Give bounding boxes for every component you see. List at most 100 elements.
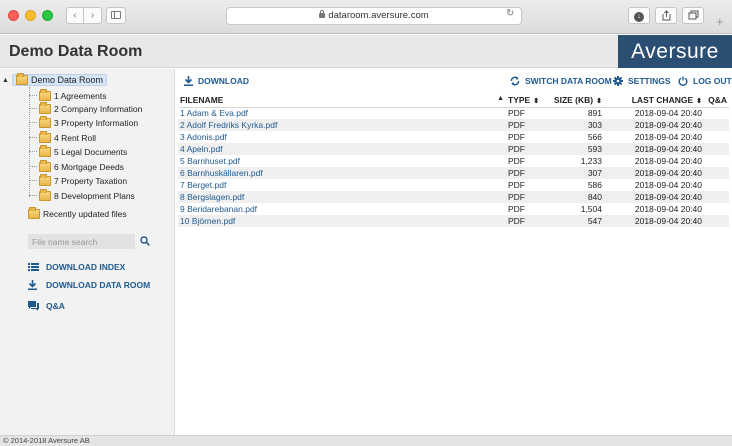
table-row[interactable]: 7 Berget.pdf PDF 586 2018-09-04 20:40 [178,179,729,191]
sidebar-toggle-button[interactable] [106,7,126,24]
table-row[interactable]: 10 Björnen.pdf PDF 547 2018-09-04 20:40 [178,215,729,227]
switch-data-room-label: SWITCH DATA ROOM [525,76,612,86]
folder-icon [39,101,51,114]
minimize-window-button[interactable] [25,10,36,21]
tree-item-property-taxation[interactable]: 7 Property Taxation [29,173,128,187]
file-size: 307 [548,167,604,179]
file-qa[interactable] [704,119,729,131]
file-size: 840 [548,191,604,203]
app-header: Demo Data Room Aversure [0,35,732,68]
tree-item-development-plans[interactable]: 8 Development Plans [29,188,135,202]
tree-item-mortgage-deeds[interactable]: 6 Mortgage Deeds [29,159,124,173]
tree-root: ▲ Demo Data Room [2,73,108,86]
aversure-logo: Aversure [618,35,732,68]
table-row[interactable]: 1 Adam & Eva.pdf PDF 891 2018-09-04 20:40 [178,107,729,119]
download-data-room-link[interactable]: DOWNLOAD DATA ROOM [28,280,150,290]
settings-label: SETTINGS [628,76,671,86]
file-last-change: 2018-09-04 20:40 [604,191,704,203]
tree-item-label: 6 Mortgage Deeds [54,161,124,172]
file-name-link[interactable]: 2 Adolf Fredriks Kyrka.pdf [178,119,506,131]
file-qa[interactable] [704,203,729,215]
file-type: PDF [506,167,548,179]
table-row[interactable]: 5 Barnhuset.pdf PDF 1,233 2018-09-04 20:40 [178,155,729,167]
file-qa[interactable] [704,155,729,167]
file-last-change: 2018-09-04 20:40 [634,204,702,214]
zoom-window-button[interactable] [42,10,53,21]
sidebar-icon [111,11,121,19]
qa-label: Q&A [46,301,65,311]
back-button[interactable]: ‹ [66,7,84,24]
file-name-link[interactable]: 10 Björnen.pdf [178,215,506,227]
file-name-link[interactable]: 4 Apeln.pdf [178,143,506,155]
table-header-row: FILENAME ▲ TYPE ⬍ SIZE (KB) ⬍ LAST CHANGE ⬍ … [178,93,729,108]
file-type: PDF [508,204,525,214]
file-type: PDF [506,215,548,227]
file-size: 547 [548,215,604,227]
forward-button[interactable]: › [84,7,102,24]
download-data-room-label: DOWNLOAD DATA ROOM [46,280,151,290]
file-qa[interactable] [704,143,729,155]
address-bar[interactable]: dataroom.aversure.com [226,7,522,25]
file-size: 586 [587,180,602,190]
qa-link[interactable]: Q&A [28,301,65,311]
file-qa[interactable] [704,179,729,191]
tree-item-demo-data-room[interactable]: Demo Data Room [12,73,108,86]
file-name-link[interactable]: 8 Bergslagen.pdf [178,191,506,203]
recently-updated-files-link[interactable]: Recently updated files [28,207,127,219]
table-row[interactable]: 6 Barnhuskällaren.pdf PDF 307 2018-09-04 20… [178,167,729,179]
file-name-link[interactable]: 7 Berget.pdf [178,179,506,191]
column-header-filename[interactable]: FILENAME ▲ [178,93,506,108]
share-button[interactable] [655,7,677,24]
tree-item-label: 7 Property Taxation [54,175,128,186]
settings-button[interactable]: SETTINGS [613,76,671,86]
tree-item-agreements[interactable]: 1 Agreements [29,88,106,102]
close-window-button[interactable] [8,10,19,21]
file-qa[interactable] [704,215,729,227]
file-qa[interactable] [704,167,729,179]
file-size: 891 [587,108,602,119]
file-qa[interactable] [704,131,729,143]
file-last-change: 2018-09-04 20:40 [634,108,702,119]
table-row[interactable]: 2 Adolf Fredriks Kyrka.pdf PDF 303 2018-09-… [178,119,729,131]
browser-toolbar: ‹ › dataroom.aversure.com ↻ ↓ + [0,0,732,34]
file-name-link[interactable]: 1 Adam & Eva.pdf [178,107,506,119]
column-header-qa[interactable]: Q&A [704,93,729,108]
file-last-change: 2018-09-04 20:40 [604,143,704,155]
new-tab-button[interactable]: + [716,15,724,28]
file-last-change: 2018-09-04 20:40 [604,119,704,131]
copyright-text: © 2014-2018 Aversure AB [3,436,90,445]
collapse-arrow-icon[interactable]: ▲ [2,77,12,84]
download-button[interactable]: DOWNLOAD [184,76,249,86]
table-row[interactable]: 9 Beridarebanan.pdf PDF 1,504 2018-09-04 20… [178,203,729,215]
tree-item-legal-documents[interactable]: 5 Legal Documents [29,144,127,158]
tree-item-property-information[interactable]: 3 Property Information [29,115,138,129]
download-icon [184,76,193,86]
log-out-button[interactable]: LOG OUT [678,76,732,86]
file-name-link[interactable]: 9 Beridarebanan.pdf [178,203,506,215]
file-name-link[interactable]: 3 Adonis.pdf [178,131,506,143]
table-row[interactable]: 8 Bergslagen.pdf PDF 840 2018-09-04 20:40 [178,191,729,203]
download-index-link[interactable]: DOWNLOAD INDEX [28,262,125,272]
tree-item-rent-roll[interactable]: 4 Rent Roll [29,130,96,144]
file-name-link[interactable]: 6 Barnhuskällaren.pdf [178,167,506,179]
file-qa[interactable] [704,107,729,119]
file-table: FILENAME ▲ TYPE ⬍ SIZE (KB) ⬍ LAST CHANGE ⬍ … [178,93,729,227]
table-row[interactable]: 4 Apeln.pdf PDF 593 2018-09-04 20:40 [178,143,729,155]
switch-data-room-button[interactable]: SWITCH DATA ROOM [510,76,612,86]
reload-button[interactable]: ↻ [506,8,514,19]
tree-item-company-information[interactable]: 2 Company Information [29,101,142,115]
search-icon[interactable] [140,236,150,246]
column-header-type[interactable]: TYPE ⬍ [506,93,548,108]
table-row[interactable]: 3 Adonis.pdf PDF 566 2018-09-04 20:40 [178,131,729,143]
url-text: dataroom.aversure.com [328,10,429,21]
file-qa[interactable] [704,191,729,203]
file-name-link[interactable]: 5 Barnhuset.pdf [178,155,506,167]
file-size: 303 [548,119,604,131]
folder-icon [39,144,51,157]
show-tabs-button[interactable] [682,7,704,24]
search-input[interactable] [29,235,134,248]
size-header-label: SIZE (KB) [553,94,594,105]
downloads-button[interactable]: ↓ [628,7,650,24]
column-header-size[interactable]: SIZE (KB) ⬍ [548,93,604,108]
column-header-last-change[interactable]: LAST CHANGE ⬍ [604,93,704,108]
